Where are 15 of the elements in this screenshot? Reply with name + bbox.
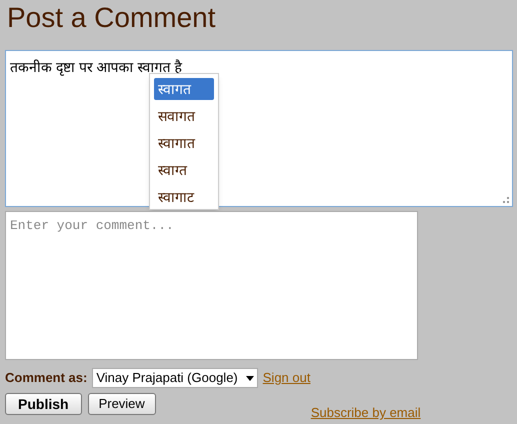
preview-button[interactable]: Preview [88,393,156,415]
suggestion-item[interactable]: स्वागात [154,132,214,154]
resize-grip-icon[interactable] [503,197,509,203]
page-title: Post a Comment [6,1,217,35]
publish-button[interactable]: Publish [5,393,82,415]
comment-field[interactable]: Enter your comment... [5,211,418,360]
rich-text-editor[interactable]: तकनीक दृष्टा पर आपका स्वागत है स्वागत सवागत स्वागात स्वाग्त स्वागाट [5,50,513,207]
suggestion-item[interactable]: सवागत [154,105,214,127]
suggestion-item[interactable]: स्वागत [154,78,214,100]
suggestion-item[interactable]: स्वाग्त [154,159,214,181]
identity-select[interactable]: Vinay Prajapati (Google) [92,368,258,388]
suggestion-item[interactable]: स्वागाट [154,186,214,208]
editor-text: तकनीक दृष्टा पर आपका स्वागत है [10,58,182,78]
dropdown-arrow-icon [246,376,254,380]
comment-as-label: Comment as: [5,369,88,388]
